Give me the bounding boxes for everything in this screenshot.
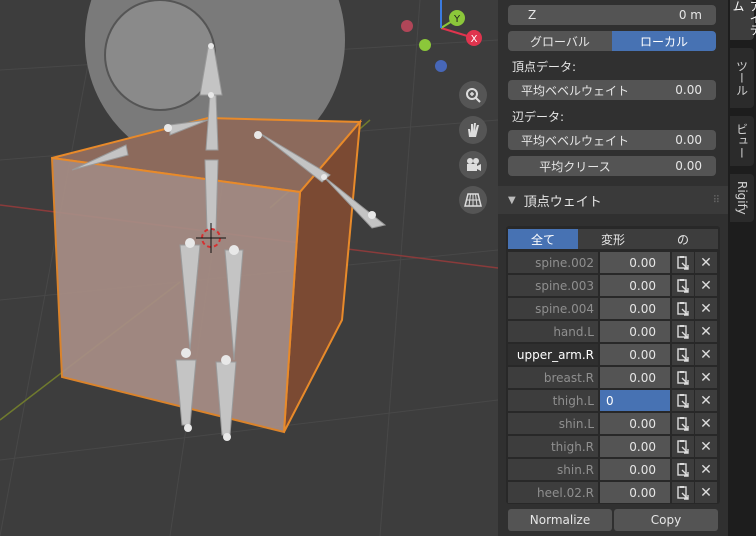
vertex-group-name[interactable]: spine.002 [508,252,598,273]
paste-weight-icon[interactable] [672,298,694,319]
vertex-group-row: shin.L 0.00 ✕ [508,413,718,434]
sidebar-tabs: アイテム ツール ビュー Rigify [728,0,756,536]
space-toggle[interactable]: グローバル ローカル [508,31,716,51]
grid-icon[interactable] [459,186,487,214]
vertex-weights-box: 全て 変形 の spine.002 0.00 ✕ spine.003 0.00 ✕ spin… [506,226,720,504]
vertex-group-filter-tabs: 全て 変形 の [508,229,718,249]
drag-handle-icon[interactable]: ⠿ [713,195,720,206]
vertex-group-row: breast.R 0.00 ✕ [508,367,718,388]
global-toggle[interactable]: グローバル [508,31,612,51]
vertex-group-row: hand.L 0.00 ✕ [508,321,718,342]
camera-icon[interactable] [459,151,487,179]
paste-weight-icon[interactable] [672,436,694,457]
z-location-field[interactable]: Z 0 m [508,5,716,25]
remove-group-icon[interactable]: ✕ [695,252,717,273]
edge-bevel-value: 0.00 [675,133,702,147]
gizmo-x-label: X [471,34,478,45]
remove-group-icon[interactable]: ✕ [695,298,717,319]
paste-weight-icon[interactable] [672,482,694,503]
remove-group-icon[interactable]: ✕ [695,275,717,296]
normalize-button[interactable]: Normalize [508,509,612,531]
edge-crease-field[interactable]: 平均クリース 0.00 [508,156,716,176]
edge-bevel-weight-field[interactable]: 平均ベベルウェイト 0.00 [508,130,716,150]
copy-button[interactable]: Copy [614,509,718,531]
vertex-group-row: heel.02.R 0.00 ✕ [508,482,718,503]
vertex-bevel-label: 平均ベベルウェイト [520,83,629,98]
vertex-group-weight-field[interactable]: 0.00 [600,482,670,503]
vertex-group-weight-field[interactable]: 0.00 [600,459,670,480]
vertex-group-name[interactable]: hand.L [508,321,598,342]
remove-group-icon[interactable]: ✕ [695,367,717,388]
edge-crease-value: 0.00 [675,159,702,173]
paste-weight-icon[interactable] [672,344,694,365]
vertex-group-weight-field[interactable]: 0.00 [600,344,670,365]
vertex-group-weight-field[interactable]: 0.00 [600,321,670,342]
remove-group-icon[interactable]: ✕ [695,413,717,434]
axis-gizmo[interactable]: X Y [401,0,482,72]
vertex-group-name[interactable]: upper_arm.R [508,344,598,365]
vertex-group-row: thigh.R 0.00 ✕ [508,436,718,457]
tab-rigify[interactable]: Rigify [730,174,754,222]
paste-weight-icon[interactable] [672,413,694,434]
tab-deform[interactable]: 変形 [578,229,648,249]
vertex-data-heading: 頂点データ: [512,60,577,74]
vertex-group-row: spine.003 0.00 ✕ [508,275,718,296]
edge-crease-label: 平均クリース [539,159,611,174]
vertex-group-name[interactable]: spine.004 [508,298,598,319]
edge-data-heading: 辺データ: [512,110,565,124]
vertex-weights-title: 頂点ウェイト [523,194,602,210]
remove-group-icon[interactable]: ✕ [695,482,717,503]
tab-all[interactable]: 全て [508,229,578,249]
remove-group-icon[interactable]: ✕ [695,459,717,480]
paste-weight-icon[interactable] [672,275,694,296]
vertex-group-weight-field[interactable]: 0.00 [600,275,670,296]
hand-icon[interactable] [459,116,487,144]
paste-weight-icon[interactable] [672,459,694,480]
tab-view[interactable]: ビュー [730,116,754,166]
z-label: Z [528,8,537,22]
3d-viewport[interactable]: X Y [0,0,498,536]
paste-weight-icon[interactable] [672,252,694,273]
vertex-group-weight-field[interactable]: 0.00 [600,298,670,319]
remove-group-icon[interactable]: ✕ [695,321,717,342]
tab-tool[interactable]: ツール [730,48,754,108]
weight-actions: Normalize Copy [508,509,718,531]
vertex-group-weight-field[interactable]: 0.00 [600,367,670,388]
z-value: 0 m [678,8,702,22]
vertex-bevel-value: 0.00 [675,83,702,97]
vertex-group-name[interactable]: heel.02.R [508,482,598,503]
vertex-group-row: spine.002 0.00 ✕ [508,252,718,273]
vertex-group-weight-field[interactable]: 0.00 [600,436,670,457]
vertex-group-row: upper_arm.R 0.00 ✕ [508,344,718,365]
paste-weight-icon[interactable] [672,390,694,411]
paste-weight-icon[interactable] [672,367,694,388]
remove-group-icon[interactable]: ✕ [695,390,717,411]
vertex-group-name[interactable]: shin.L [508,413,598,434]
collapse-arrow-icon: ▼ [508,194,516,206]
paste-weight-icon[interactable] [672,321,694,342]
edge-bevel-label: 平均ベベルウェイト [520,133,629,148]
vertex-group-row: thigh.L 0 ✕ [508,390,718,411]
tab-other[interactable]: の [648,229,718,249]
vertex-group-weight-field[interactable]: 0.00 [600,413,670,434]
vertex-group-row: shin.R 0.00 ✕ [508,459,718,480]
vertex-group-name[interactable]: shin.R [508,459,598,480]
vertex-group-name[interactable]: breast.R [508,367,598,388]
vertex-group-weight-field[interactable]: 0.00 [600,252,670,273]
vertex-group-name[interactable]: thigh.R [508,436,598,457]
local-toggle[interactable]: ローカル [612,31,716,51]
vertex-group-name[interactable]: spine.003 [508,275,598,296]
vertex-bevel-weight-field[interactable]: 平均ベベルウェイト 0.00 [508,80,716,100]
gizmo-y-label: Y [453,14,461,25]
vertex-group-name[interactable]: thigh.L [508,390,598,411]
zoom-icon[interactable] [459,81,487,109]
vertex-group-weight-field[interactable]: 0 [600,390,670,411]
tab-item[interactable]: アイテム [730,0,756,40]
sidebar-panel: Z 0 m グローバル ローカル 頂点データ: 平均ベベルウェイト 0.00 辺… [498,0,728,536]
vertex-weights-header[interactable]: ▼ 頂点ウェイト ⠿ [498,186,728,214]
remove-group-icon[interactable]: ✕ [695,344,717,365]
viewport-scene: X Y [0,0,498,536]
vertex-group-row: spine.004 0.00 ✕ [508,298,718,319]
remove-group-icon[interactable]: ✕ [695,436,717,457]
